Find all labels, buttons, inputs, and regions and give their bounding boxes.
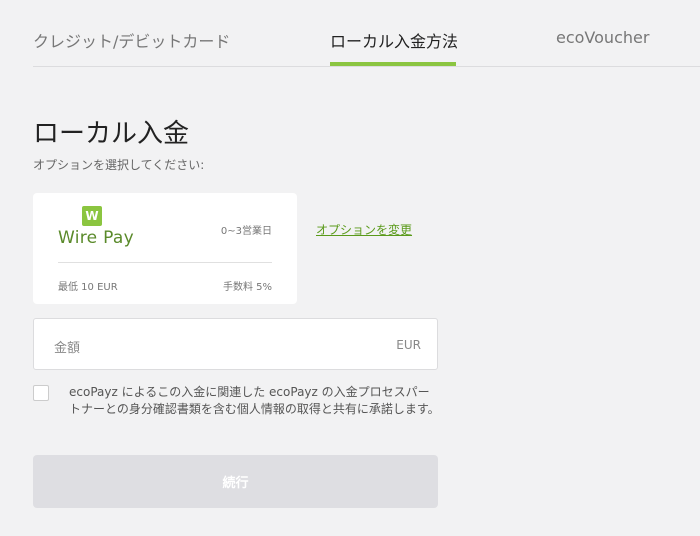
tab-local-payment-methods[interactable]: ローカル入金方法 xyxy=(330,28,458,52)
card-divider xyxy=(58,262,272,263)
consent-text: ecoPayz によるこの入金に関連した ecoPayz の入金プロセスパートナ… xyxy=(69,385,440,416)
continue-button[interactable]: 続行 xyxy=(33,455,438,508)
minimum-amount: 最低 10 EUR xyxy=(58,282,118,293)
select-option-prompt: オプションを選択してください: xyxy=(33,158,205,172)
active-tab-indicator xyxy=(330,62,456,66)
tab-credit-debit-card[interactable]: クレジット/デビットカード xyxy=(33,28,230,52)
wire-pay-logo-icon: W xyxy=(82,206,102,226)
page-title: ローカル入金 xyxy=(33,119,190,150)
fee-rate: 手数料 5% xyxy=(222,282,272,293)
wire-pay-logo: W Wire Pay xyxy=(58,206,138,250)
consent-checkbox[interactable] xyxy=(33,385,49,401)
amount-input[interactable]: 金額 EUR xyxy=(33,318,438,370)
payment-method-tabs: クレジット/デビットカード ローカル入金方法 ecoVoucher xyxy=(33,0,700,67)
change-option-link[interactable]: オプションを変更 xyxy=(316,221,412,238)
tab-ecovoucher[interactable]: ecoVoucher xyxy=(556,28,649,47)
processing-time: 0~3営業日 xyxy=(220,226,272,237)
currency-label: EUR xyxy=(396,338,421,352)
amount-placeholder: 金額 xyxy=(54,341,81,356)
payment-option-card[interactable]: W Wire Pay 0~3営業日 最低 10 EUR 手数料 5% xyxy=(33,193,297,304)
wire-pay-logo-text: Wire Pay xyxy=(58,228,135,248)
